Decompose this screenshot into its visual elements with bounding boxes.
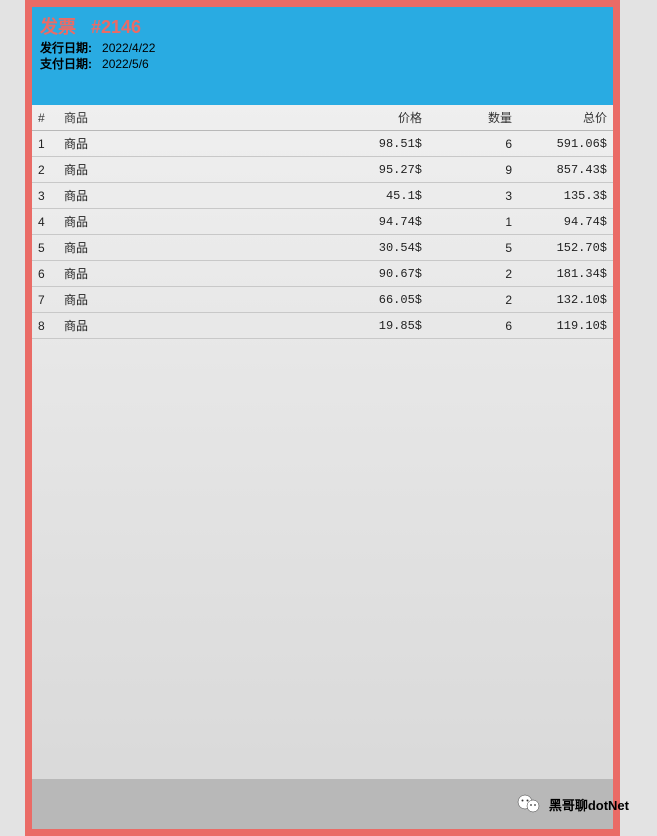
table-row: 7商品66.05$2132.10$: [32, 287, 613, 313]
cell-num: 5: [38, 241, 62, 255]
table-row: 2商品95.27$9857.43$: [32, 157, 613, 183]
attribution-text: 黑哥聊dotNet: [549, 795, 629, 814]
invoice-header: 发票 #2146 发行日期: 2022/4/22 支付日期: 2022/5/6: [32, 7, 613, 105]
cell-product: 商品: [62, 317, 332, 334]
table-header: # 商品 价格 数量 总价: [32, 105, 613, 131]
cell-product: 商品: [62, 135, 332, 152]
cell-qty: 6: [422, 319, 512, 333]
issue-date-value: 2022/4/22: [102, 41, 155, 55]
cell-total: 181.34$: [512, 267, 607, 281]
title-prefix: 发票: [40, 17, 76, 37]
cell-total: 135.3$: [512, 189, 607, 203]
col-header-product: 商品: [62, 109, 332, 126]
cell-qty: 6: [422, 137, 512, 151]
invoice-frame: 发票 #2146 发行日期: 2022/4/22 支付日期: 2022/5/6 …: [25, 0, 620, 836]
cell-price: 45.1$: [332, 189, 422, 203]
cell-num: 6: [38, 267, 62, 281]
cell-total: 152.70$: [512, 241, 607, 255]
cell-product: 商品: [62, 239, 332, 256]
cell-total: 857.43$: [512, 163, 607, 177]
cell-num: 3: [38, 189, 62, 203]
table-row: 4商品94.74$194.74$: [32, 209, 613, 235]
cell-price: 19.85$: [332, 319, 422, 333]
cell-qty: 3: [422, 189, 512, 203]
col-header-num: #: [38, 111, 62, 125]
cell-price: 98.51$: [332, 137, 422, 151]
table-row: 6商品90.67$2181.34$: [32, 261, 613, 287]
pay-date-value: 2022/5/6: [102, 57, 149, 71]
cell-qty: 2: [422, 293, 512, 307]
invoice-title: 发票 #2146: [40, 13, 605, 39]
table-row: 5商品30.54$5152.70$: [32, 235, 613, 261]
invoice-inner: 发票 #2146 发行日期: 2022/4/22 支付日期: 2022/5/6 …: [32, 7, 613, 829]
cell-num: 7: [38, 293, 62, 307]
table-row: 3商品45.1$3135.3$: [32, 183, 613, 209]
col-header-price: 价格: [332, 109, 422, 126]
pay-date-label: 支付日期:: [40, 57, 92, 71]
cell-total: 119.10$: [512, 319, 607, 333]
attribution: 黑哥聊dotNet: [517, 794, 629, 814]
col-header-qty: 数量: [422, 109, 512, 126]
cell-price: 94.74$: [332, 215, 422, 229]
cell-qty: 5: [422, 241, 512, 255]
cell-price: 90.67$: [332, 267, 422, 281]
cell-num: 1: [38, 137, 62, 151]
cell-product: 商品: [62, 161, 332, 178]
wechat-icon: [517, 794, 541, 814]
col-header-total: 总价: [512, 109, 607, 126]
issue-date-label: 发行日期:: [40, 41, 92, 55]
cell-num: 2: [38, 163, 62, 177]
cell-qty: 1: [422, 215, 512, 229]
cell-price: 95.27$: [332, 163, 422, 177]
cell-price: 66.05$: [332, 293, 422, 307]
cell-total: 94.74$: [512, 215, 607, 229]
cell-product: 商品: [62, 291, 332, 308]
cell-qty: 9: [422, 163, 512, 177]
cell-num: 8: [38, 319, 62, 333]
cell-product: 商品: [62, 187, 332, 204]
issue-date-line: 发行日期: 2022/4/22: [40, 41, 605, 57]
cell-product: 商品: [62, 213, 332, 230]
table-row: 8商品19.85$6119.10$: [32, 313, 613, 339]
title-number: #2146: [91, 17, 141, 37]
cell-total: 591.06$: [512, 137, 607, 151]
pay-date-line: 支付日期: 2022/5/6: [40, 57, 605, 73]
cell-num: 4: [38, 215, 62, 229]
cell-qty: 2: [422, 267, 512, 281]
items-table: # 商品 价格 数量 总价 1商品98.51$6591.06$2商品95.27$…: [32, 105, 613, 779]
table-row: 1商品98.51$6591.06$: [32, 131, 613, 157]
cell-product: 商品: [62, 265, 332, 282]
cell-price: 30.54$: [332, 241, 422, 255]
cell-total: 132.10$: [512, 293, 607, 307]
